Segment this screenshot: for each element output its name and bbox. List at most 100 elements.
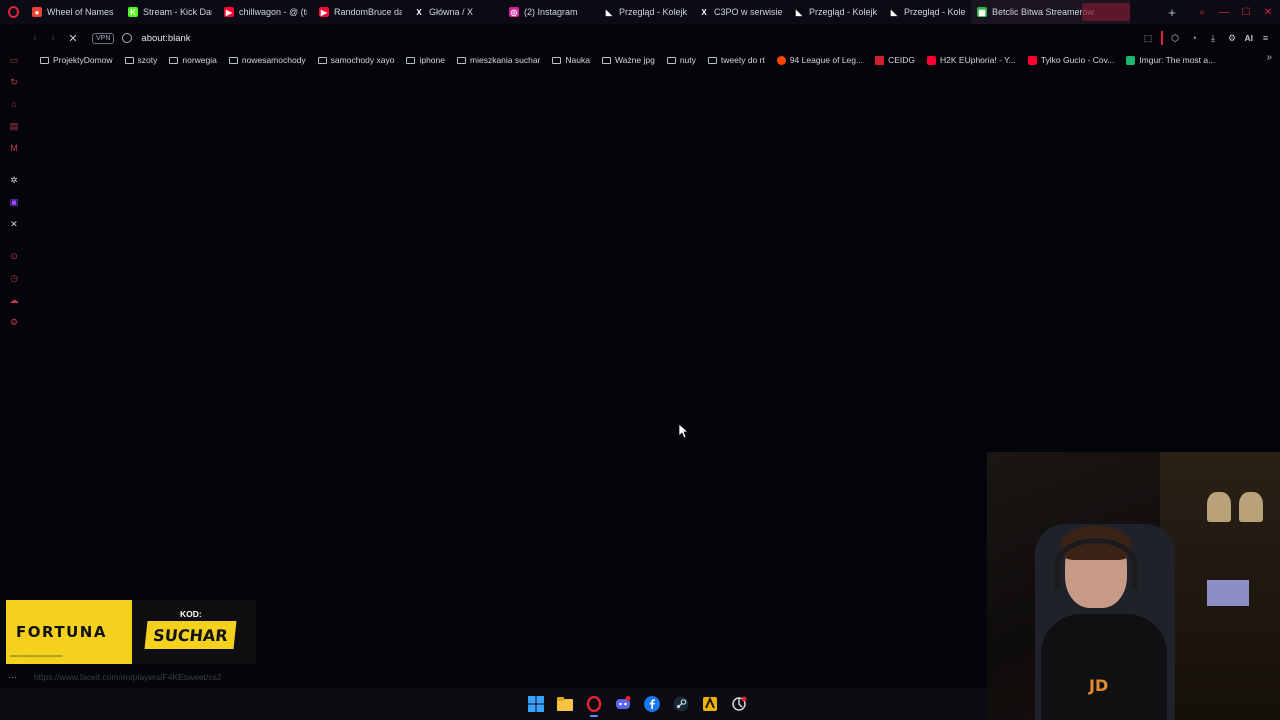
imgur-icon — [1126, 55, 1136, 65]
steam-icon[interactable] — [671, 694, 691, 714]
twitch-icon[interactable]: ▣ — [8, 196, 20, 208]
workspace-icon[interactable]: M — [8, 142, 20, 154]
bookmark-link[interactable]: Imgur: The most a... — [1120, 52, 1221, 68]
tab-favicon-icon: ● — [32, 7, 42, 17]
winamp-icon[interactable] — [700, 694, 720, 714]
chatgpt-icon[interactable]: ✲ — [8, 174, 20, 186]
profile-icon[interactable]: ◔ — [1188, 32, 1201, 45]
folder-icon — [40, 56, 49, 64]
bookmark-folder[interactable]: iphone — [400, 52, 451, 68]
bookmark-label: CEIDG — [888, 55, 916, 65]
bookmark-folder[interactable]: Ważne jpg — [596, 52, 661, 68]
tab-wheel-of-names[interactable]: ● Wheel of Names | — [26, 0, 122, 24]
youtube-icon — [1027, 55, 1037, 65]
youtube-icon — [927, 55, 937, 65]
bookmark-folder[interactable]: ProjektyDomow — [34, 52, 119, 68]
wallet-icon[interactable]: ▭ — [8, 54, 20, 66]
bookmark-label: H2K EUphoria! - Y... — [940, 55, 1016, 65]
tab-x-home[interactable]: X Główna / X — [408, 0, 503, 24]
vpn-badge[interactable]: VPN — [92, 32, 115, 44]
back-icon[interactable]: ‹ — [26, 29, 44, 47]
opera-logo-icon — [7, 6, 19, 18]
x-icon[interactable]: ✕ — [8, 218, 20, 230]
window-controls: ⌕ — ☐ ✕ — [1196, 0, 1274, 24]
tab-chillwagon[interactable]: ▶ chillwagon - @ (tra — [218, 0, 313, 24]
shirt-logo: JD — [1089, 676, 1109, 695]
messenger-icon[interactable]: ▤ — [8, 120, 20, 132]
extensions-icon[interactable]: ⬡ — [1169, 32, 1182, 45]
settings-icon[interactable]: ⚙ — [1226, 32, 1239, 45]
folder-icon — [169, 56, 179, 64]
reddit-icon — [776, 55, 786, 65]
ceidg-icon — [875, 55, 885, 65]
bookmark-label: Nauka — [565, 55, 590, 65]
bookmark-label: iphone — [419, 55, 445, 65]
tab-list: ● Wheel of Names | K Stream - Kick Dash ▶ c… — [26, 0, 1130, 24]
globe-icon — [122, 33, 133, 43]
bookmark-label: norwegia — [182, 55, 217, 65]
forward-icon[interactable]: › — [44, 29, 62, 47]
close-icon[interactable]: ✕ — [1262, 6, 1274, 18]
new-tab-button[interactable]: + — [1164, 0, 1180, 24]
bookmark-label: nuty — [679, 55, 696, 65]
bookmark-folder[interactable]: tweety do rt — [702, 52, 771, 68]
facebook-icon[interactable] — [642, 694, 662, 714]
player-icon[interactable]: ⊙ — [8, 250, 20, 262]
tab-label: Wheel of Names | — [47, 7, 116, 17]
more-icon[interactable]: ··· — [8, 672, 17, 682]
figurine — [1207, 492, 1231, 522]
bookmark-folder[interactable]: samochody xayo — [312, 52, 401, 68]
tab-przeglad-kolejka[interactable]: ◣ Przegląd - Kolejka — [598, 0, 693, 24]
easy-setup-icon[interactable]: ≡ — [1259, 32, 1272, 45]
tab-betclic-active[interactable]: ▦ Betclic Bitwa Streamerów — [971, 0, 1130, 24]
opera-menu-button[interactable] — [0, 0, 26, 24]
tab-favicon-icon: X — [699, 7, 709, 17]
opera-gx-taskbar-icon[interactable] — [584, 694, 604, 717]
tab-label: Przegląd - Kolejka — [809, 7, 877, 17]
taskbar-apps — [526, 692, 749, 717]
tab-przeglad-kolejka[interactable]: ◣ Przegląd - Kolejka — [788, 0, 883, 24]
tab-label: Betclic Bitwa Streamerów — [992, 7, 1095, 17]
opera-gx-control-icon[interactable] — [729, 694, 749, 714]
bookmark-folder[interactable]: nowesamochody — [223, 52, 312, 68]
search-tabs-icon[interactable]: ⌕ — [1196, 6, 1208, 18]
bookmark-link[interactable]: H2K EUphoria! - Y... — [921, 52, 1022, 68]
bookmark-link[interactable]: Tylko Gucio - Cov... — [1022, 52, 1121, 68]
bookmark-label: ProjektyDomow — [53, 55, 113, 65]
tab-instagram[interactable]: ◎ (2) Instagram — [503, 0, 598, 24]
chat-icon[interactable]: ☁ — [8, 294, 20, 306]
folder-icon — [124, 56, 134, 64]
file-explorer-icon[interactable] — [555, 694, 575, 714]
history-icon[interactable]: ◷ — [8, 272, 20, 284]
bookmark-link[interactable]: 94 League of Leg... — [771, 52, 869, 68]
folder-icon — [406, 56, 416, 64]
windows-start-icon[interactable] — [526, 694, 546, 714]
bookmark-label: tweety do rt — [720, 55, 765, 65]
tab-label: Stream - Kick Dash — [143, 7, 212, 17]
tab-c3po[interactable]: X C3PO w serwisie - — [693, 0, 788, 24]
bookmark-folder[interactable]: szoty — [119, 52, 164, 68]
bookmark-folder[interactable]: norwegia — [163, 52, 223, 68]
settings-icon[interactable]: ⚙ — [8, 316, 20, 328]
tab-randombruce[interactable]: ▶ RandomBruce daje — [313, 0, 408, 24]
bookmark-link[interactable]: CEIDG — [869, 52, 921, 68]
figurine — [1239, 492, 1263, 522]
tab-przeglad-kolejka[interactable]: ◣ Przegląd - Kolejka — [883, 0, 971, 24]
tab-kick-dashboard[interactable]: K Stream - Kick Dash — [122, 0, 218, 24]
download-icon[interactable]: ⤓ — [1207, 32, 1220, 45]
discord-icon[interactable] — [613, 694, 633, 714]
folder-icon — [457, 56, 466, 64]
bag-icon[interactable]: ⌂ — [8, 98, 20, 110]
maximize-icon[interactable]: ☐ — [1240, 6, 1252, 18]
minimize-icon[interactable]: — — [1218, 6, 1230, 18]
speed-dial-icon[interactable]: ↻ — [8, 76, 20, 88]
bookmark-folder[interactable]: mieszkania suchar — [451, 52, 546, 68]
url-input[interactable]: about:blank — [141, 33, 190, 44]
bookmark-folder[interactable]: Nauka — [546, 52, 596, 68]
snapshot-icon[interactable]: ⬚ — [1142, 32, 1155, 45]
bookmarks-overflow-icon[interactable]: » — [1266, 52, 1272, 68]
aria-ai-button[interactable]: AI — [1245, 32, 1254, 45]
stop-loading-icon[interactable]: ✕ — [64, 29, 82, 47]
bookmark-label: szoty — [137, 55, 158, 65]
bookmark-folder[interactable]: nuty — [661, 52, 702, 68]
